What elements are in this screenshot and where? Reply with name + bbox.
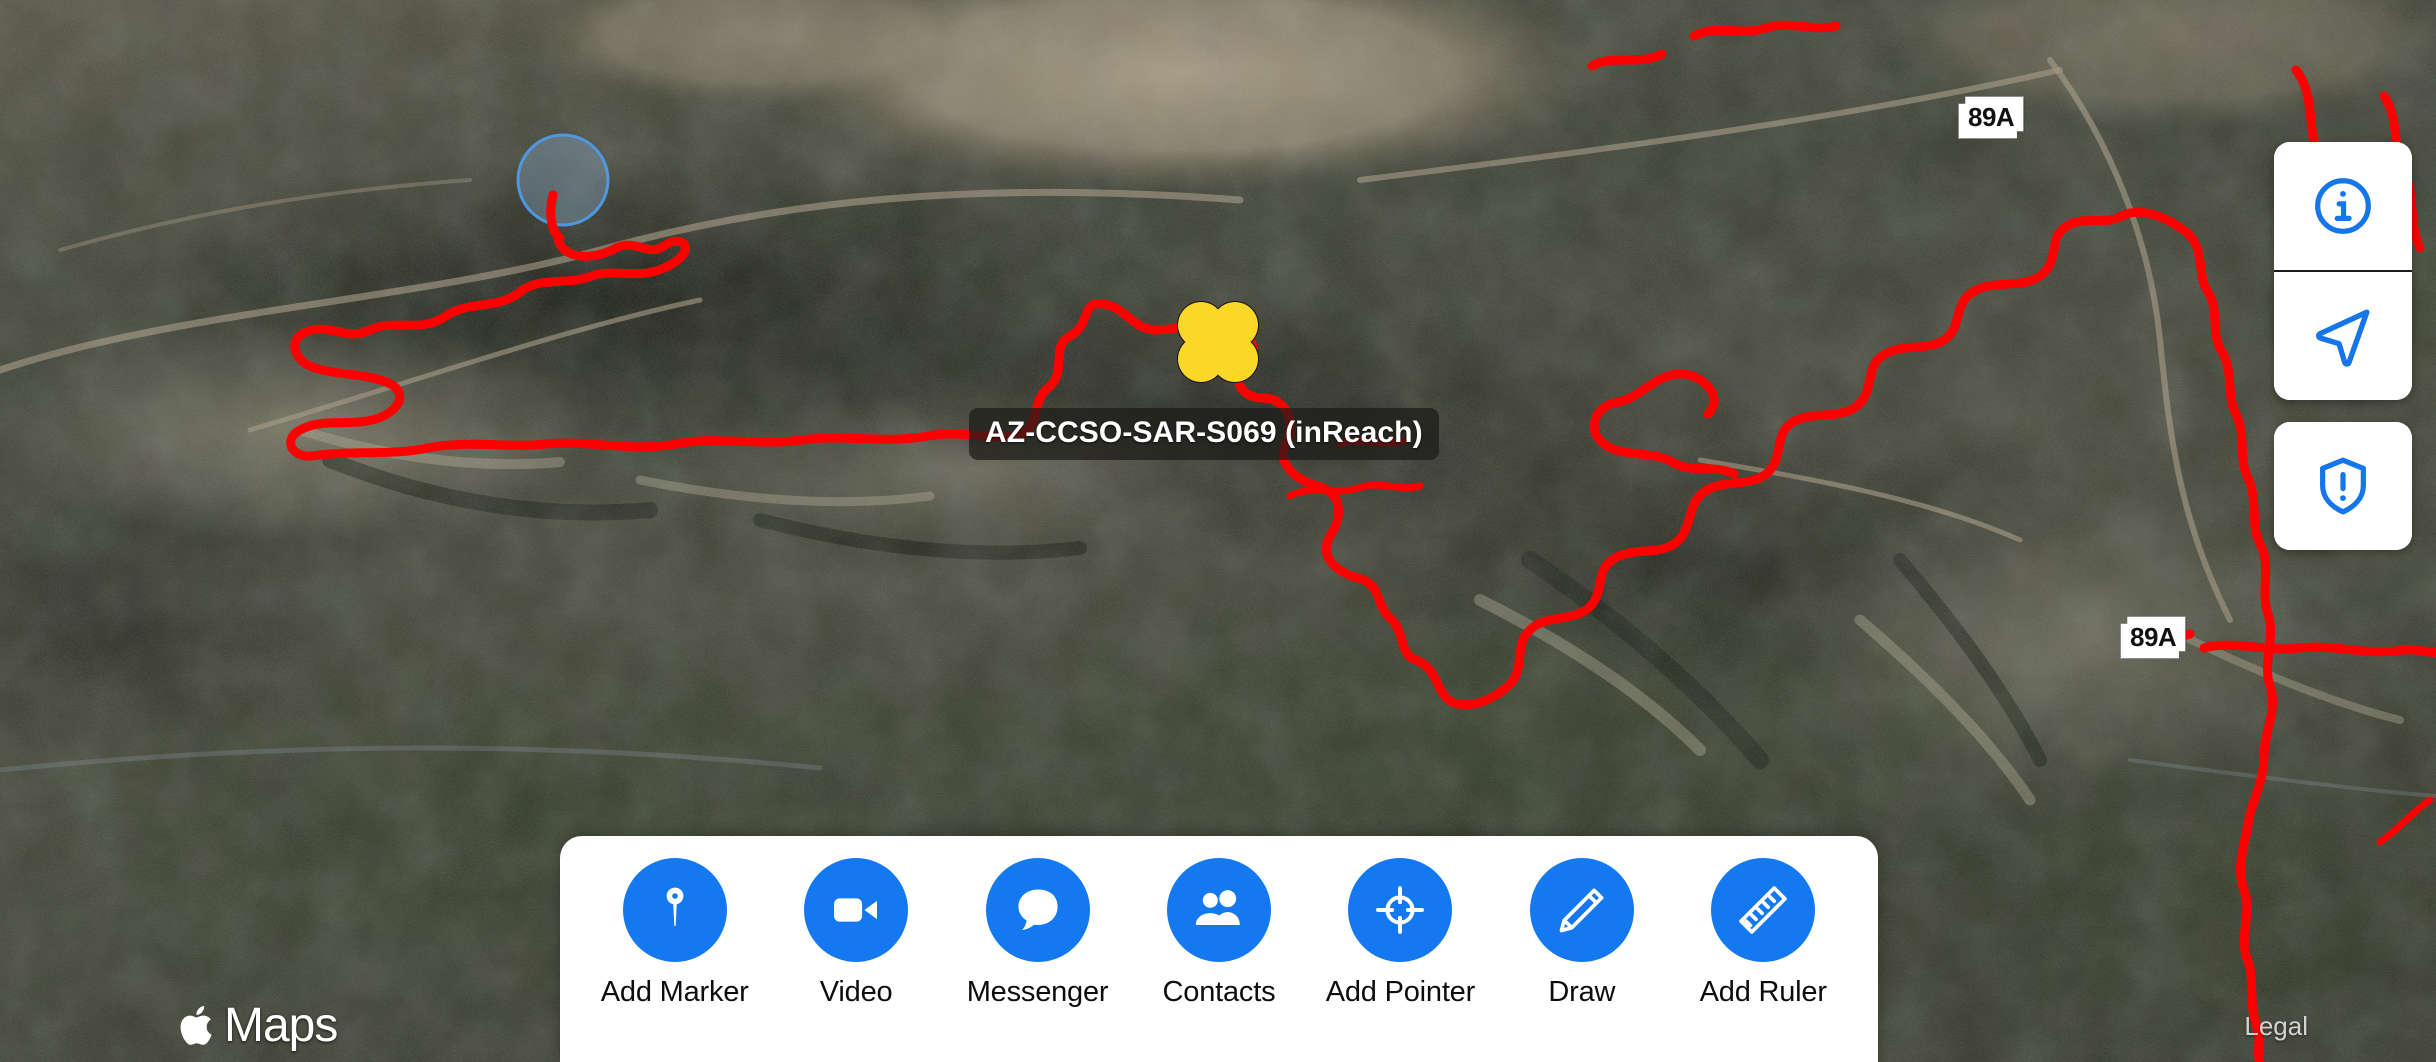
- tool-label: Video: [819, 976, 893, 1008]
- apple-maps-wordmark: Maps: [224, 999, 338, 1052]
- clover-marker-icon[interactable]: [1168, 292, 1268, 392]
- tool-add-pointer[interactable]: Add Pointer: [1315, 858, 1485, 1009]
- shield-exclamation-icon: [2320, 457, 2366, 515]
- tool-label: Add Marker: [600, 976, 749, 1008]
- navigation-arrow-icon: [2316, 309, 2370, 367]
- map-controls-incident-group: [2274, 422, 2412, 550]
- tool-dock: Add Marker Video Messenger Contacts Add …: [560, 836, 1878, 1062]
- info-circle-icon: [2315, 178, 2371, 234]
- tool-icon-bg[interactable]: [1529, 858, 1634, 962]
- tool-video[interactable]: Video: [771, 858, 941, 1009]
- tool-messenger[interactable]: Messenger: [953, 858, 1123, 1009]
- pencil-icon: [1559, 888, 1604, 933]
- tool-label: Contacts: [1162, 976, 1276, 1008]
- tool-add-marker[interactable]: Add Marker: [590, 858, 760, 1009]
- tool-icon-bg[interactable]: [1348, 858, 1453, 962]
- tool-label: Add Pointer: [1325, 976, 1476, 1008]
- tool-icon-bg[interactable]: [804, 858, 909, 962]
- road-shield-label: 89A: [1958, 96, 2025, 139]
- incident-button[interactable]: [2274, 422, 2412, 550]
- tool-label: Draw: [1548, 976, 1616, 1008]
- apple-logo-icon: [180, 1006, 212, 1045]
- video-camera-icon: [834, 898, 878, 922]
- tool-icon-bg[interactable]: [1711, 858, 1816, 962]
- road-shield-89a-north: 89A: [1958, 96, 2025, 139]
- people-icon: [1195, 890, 1240, 925]
- unit-marker-label: AZ-CCSO-SAR-S069 (inReach): [969, 408, 1439, 460]
- map-controls: [2274, 142, 2412, 550]
- map-controls-primary-group: [2274, 142, 2412, 400]
- info-button[interactable]: [2274, 142, 2412, 270]
- chat-bubble-icon: [1017, 889, 1058, 931]
- apple-maps-attribution: Maps: [178, 999, 338, 1052]
- tool-draw[interactable]: Draw: [1497, 858, 1667, 1009]
- road-shield-label: 89A: [2120, 616, 2187, 659]
- legal-link[interactable]: Legal: [2244, 1011, 2308, 1042]
- ruler-icon: [1739, 886, 1788, 934]
- tool-icon-bg[interactable]: [1166, 858, 1271, 962]
- map-screen: AZ-CCSO-SAR-S069 (inReach) 89A 89A Add M…: [0, 0, 2436, 1062]
- unit-marker[interactable]: [1168, 292, 1268, 397]
- tool-add-ruler[interactable]: Add Ruler: [1678, 858, 1848, 1009]
- tool-icon-bg[interactable]: [622, 858, 727, 962]
- tool-icon-bg[interactable]: [985, 858, 1090, 962]
- locate-button[interactable]: [2274, 272, 2412, 400]
- road-shield-89a-south: 89A: [2120, 616, 2187, 659]
- tool-contacts[interactable]: Contacts: [1134, 858, 1304, 1009]
- map-pin-icon: [666, 887, 684, 927]
- tool-label: Add Ruler: [1699, 976, 1827, 1008]
- tool-label: Messenger: [966, 976, 1109, 1008]
- crosshair-icon: [1376, 886, 1425, 934]
